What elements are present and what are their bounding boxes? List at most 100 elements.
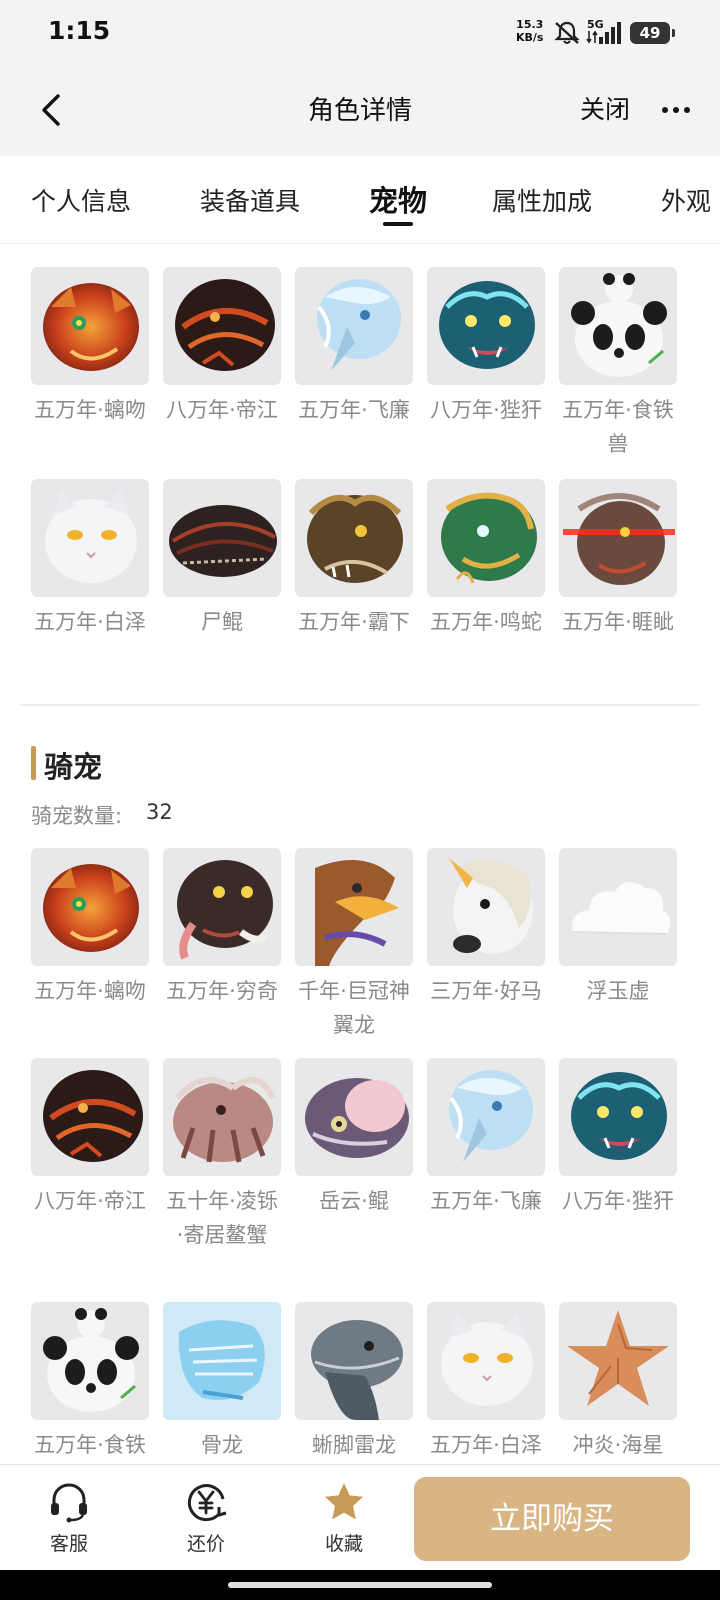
- starfish-icon: [559, 1302, 677, 1420]
- customer-service-button[interactable]: 客服: [29, 1479, 109, 1556]
- star-icon: [325, 1483, 363, 1520]
- mount-card[interactable]: 五万年·穷奇: [163, 848, 281, 1008]
- pet-card[interactable]: 五万年·睚眦: [559, 479, 677, 639]
- bargain-yen-icon: [187, 1484, 227, 1522]
- category-tabs: 个人信息 装备道具 宠物 属性加成 外观: [0, 156, 720, 244]
- mount-card[interactable]: 浮玉虚: [559, 848, 677, 1008]
- buy-now-button[interactable]: 立即购买: [414, 1477, 690, 1561]
- pet-name: 五万年·鸣蛇: [430, 610, 542, 634]
- mount-card[interactable]: 五十年·凌铄·寄居鳌蟹: [163, 1058, 281, 1252]
- dark-lava-beast-icon: [31, 1058, 149, 1176]
- tab-appearance[interactable]: 外观: [661, 182, 711, 218]
- pet-card[interactable]: 五万年·飞廉: [295, 267, 413, 427]
- pet-name: 八万年·帝江: [166, 398, 278, 422]
- mounts-section-title: 骑宠: [44, 750, 103, 784]
- dark-lava-beast-icon: [163, 267, 281, 385]
- home-indicator[interactable]: [228, 1582, 492, 1588]
- pet-name: 尸鲲: [201, 610, 243, 634]
- close-button[interactable]: 关闭: [580, 90, 630, 126]
- mount-name: 五万年·飞廉: [430, 1189, 542, 1213]
- tab-pets[interactable]: 宠物: [369, 178, 427, 220]
- pet-name: 五万年·白泽: [34, 610, 146, 634]
- section-accent-bar: [31, 746, 36, 780]
- nav-bar: 角色详情 关闭: [0, 66, 720, 156]
- battery-indicator: 49: [630, 22, 675, 44]
- pet-card[interactable]: 五万年·白泽: [31, 479, 149, 639]
- mute-icon: [554, 21, 580, 44]
- pink-fish-head-icon: [295, 1058, 413, 1176]
- favorite-button[interactable]: 收藏: [304, 1479, 384, 1556]
- tab-attributes[interactable]: 属性加成: [492, 182, 592, 218]
- pet-card[interactable]: 尸鲲: [163, 479, 281, 639]
- bottom-action-bar: 客服 还价 收藏 立即购买: [0, 1464, 720, 1570]
- tusk-beast-head-icon: [163, 848, 281, 966]
- ice-bird-head-icon: [295, 267, 413, 385]
- pet-card[interactable]: 五万年·螭吻: [31, 267, 149, 427]
- ice-bird-head-icon: [427, 1058, 545, 1176]
- mount-card[interactable]: 八万年·狴犴: [559, 1058, 677, 1218]
- mount-name: 冲炎·海星: [572, 1433, 664, 1457]
- mount-name: 岳云·鲲: [319, 1189, 389, 1213]
- mount-name: 浮玉虚: [586, 979, 650, 1003]
- mount-count-value: 32: [146, 800, 173, 824]
- mount-card[interactable]: 骨龙: [163, 1302, 281, 1462]
- pet-name: 五万年·螭吻: [34, 398, 146, 422]
- sauropod-head-icon: [295, 1302, 413, 1420]
- mount-card[interactable]: 三万年·好马: [427, 848, 545, 1008]
- mount-card[interactable]: 五万年·食铁兽: [31, 1302, 149, 1464]
- mount-card[interactable]: 岳云·鲲: [295, 1058, 413, 1218]
- pet-name: 五万年·食铁兽: [562, 398, 674, 456]
- tab-equipment[interactable]: 装备道具: [200, 182, 300, 218]
- signal-icon: [599, 22, 621, 44]
- customer-service-label: 客服: [49, 1533, 88, 1555]
- fire-dragon-head-icon: [31, 267, 149, 385]
- pets-grid: 五万年·螭吻 八万年·帝江 五万年·飞廉 八万年·狴犴 五万年·食铁兽 五万年·…: [31, 267, 701, 687]
- headset-icon: [51, 1483, 87, 1523]
- unicorn-head-icon: [427, 848, 545, 966]
- pet-name: 五万年·霸下: [298, 610, 410, 634]
- fire-dragon-head-icon: [31, 848, 149, 966]
- mount-name: 三万年·好马: [430, 979, 542, 1003]
- pet-card[interactable]: 八万年·狴犴: [427, 267, 545, 427]
- mount-card[interactable]: 冲炎·海星: [559, 1302, 677, 1462]
- mount-card[interactable]: 蜥脚雷龙: [295, 1302, 413, 1462]
- pterosaur-head-icon: [295, 848, 413, 966]
- mount-card[interactable]: 五万年·飞廉: [427, 1058, 545, 1218]
- bargain-button[interactable]: 还价: [166, 1479, 246, 1556]
- favorite-label: 收藏: [324, 1533, 363, 1555]
- green-dragon-head-icon: [427, 479, 545, 597]
- dark-fish-head-icon: [163, 479, 281, 597]
- section-divider: [20, 704, 700, 706]
- system-home-bar: [0, 1570, 720, 1600]
- mount-card[interactable]: 八万年·帝江: [31, 1058, 149, 1218]
- mount-card[interactable]: 千年·巨冠神翼龙: [295, 848, 413, 1042]
- pet-card[interactable]: 五万年·食铁兽: [559, 267, 677, 461]
- mount-name: 五万年·螭吻: [34, 979, 146, 1003]
- mount-card[interactable]: 五万年·螭吻: [31, 848, 149, 1008]
- crab-head-icon: [163, 1058, 281, 1176]
- mount-name: 五万年·食铁兽: [34, 1433, 146, 1457]
- active-tab-indicator: [383, 222, 413, 226]
- status-bar: 1:15 15.3 KB/s 5G 49: [0, 0, 720, 66]
- mount-name: 骨龙: [201, 1433, 243, 1457]
- tab-personal-info[interactable]: 个人信息: [31, 182, 131, 218]
- pet-card[interactable]: 八万年·帝江: [163, 267, 281, 427]
- data-arrows-icon: [586, 30, 598, 44]
- mount-card[interactable]: 五万年·白泽: [427, 1302, 545, 1462]
- white-cloud-icon: [559, 848, 677, 966]
- panda-head-icon: [31, 1302, 149, 1420]
- bargain-label: 还价: [186, 1533, 225, 1555]
- net-speed: 15.3 KB/s: [516, 18, 544, 44]
- more-options-icon[interactable]: [660, 100, 692, 120]
- back-arrow-icon[interactable]: [32, 90, 72, 130]
- pet-card[interactable]: 五万年·霸下: [295, 479, 413, 639]
- pet-card[interactable]: 五万年·鸣蛇: [427, 479, 545, 639]
- white-cat-head-icon: [31, 479, 149, 597]
- blue-bone-dragon-icon: [163, 1302, 281, 1420]
- mount-name: 五万年·白泽: [430, 1433, 542, 1457]
- mount-count-label: 骑宠数量:: [31, 804, 123, 828]
- white-cat-head-icon: [427, 1302, 545, 1420]
- blue-tiger-head-icon: [559, 1058, 677, 1176]
- mount-name: 五十年·凌铄·寄居鳌蟹: [166, 1189, 278, 1247]
- mount-name: 八万年·帝江: [34, 1189, 146, 1213]
